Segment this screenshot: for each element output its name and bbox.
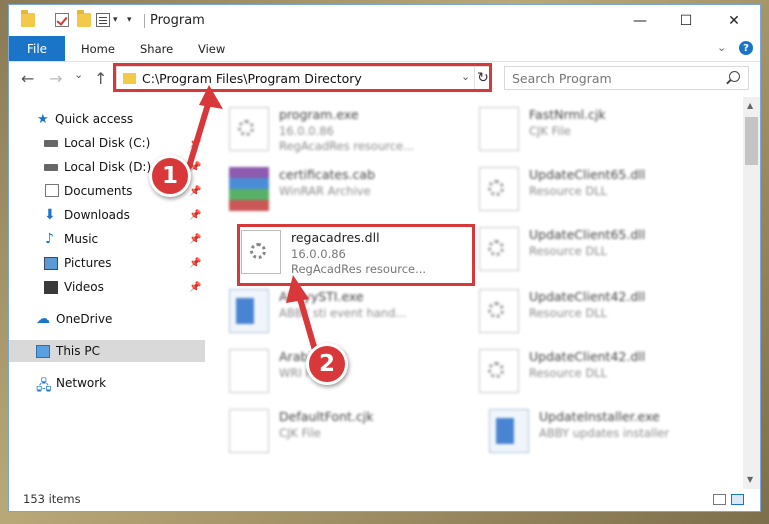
arrow-two-head bbox=[286, 275, 309, 303]
callout-step-one: 1 bbox=[149, 155, 191, 197]
annotation-arrows bbox=[186, 85, 320, 360]
arrow-one-head bbox=[199, 85, 223, 109]
callout-step-two: 2 bbox=[306, 343, 348, 385]
explorer-window: ▾ ▾ Program — ☐ ✕ File Home Share View ⌄… bbox=[8, 4, 761, 512]
arrow-one-shaft bbox=[186, 98, 212, 170]
